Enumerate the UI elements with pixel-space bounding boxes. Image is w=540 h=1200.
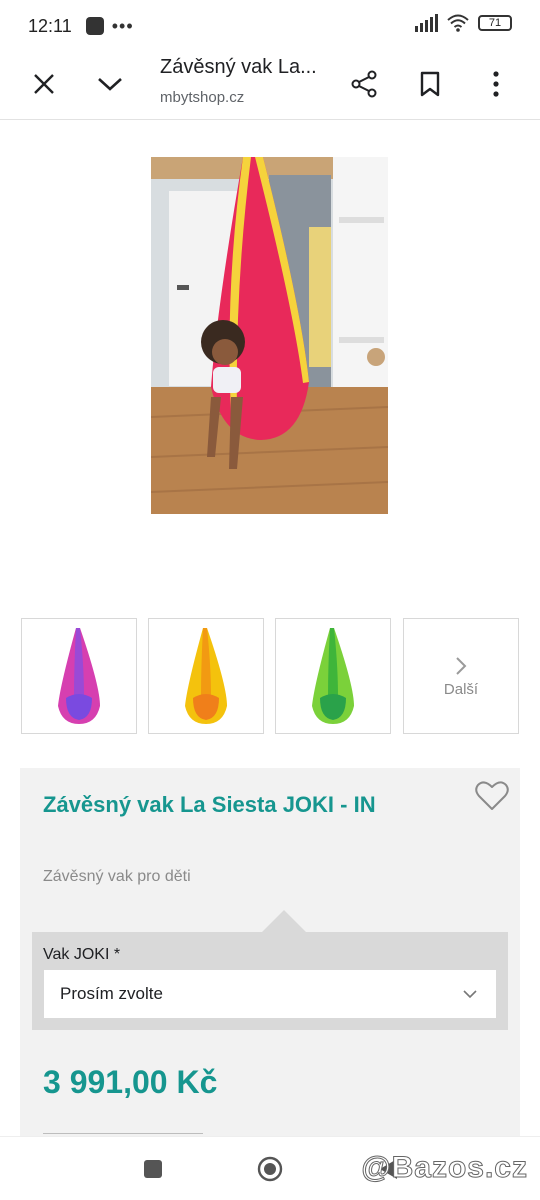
home-icon	[257, 1156, 283, 1182]
battery-indicator: 71	[478, 15, 512, 31]
page-url: mbytshop.cz	[160, 89, 245, 106]
thumbnail-next-button[interactable]: Další	[403, 618, 519, 734]
recents-button[interactable]	[135, 1151, 171, 1187]
bookmark-button[interactable]	[406, 60, 454, 108]
product-price: 3 991,00 Kč	[43, 1064, 218, 1100]
system-nav-bar: @Bazos.cz	[0, 1136, 540, 1200]
chevron-right-icon	[456, 656, 467, 675]
product-card: Závěsný vak La Siesta JOKI - IN Závěsný …	[20, 768, 520, 1148]
quantity-field-edge[interactable]	[43, 1133, 203, 1134]
watermark: @Bazos.cz	[361, 1151, 528, 1185]
recents-icon	[144, 1160, 162, 1178]
more-options-button[interactable]	[472, 60, 520, 108]
variant-dropdown[interactable]: Prosím zvolte	[44, 970, 496, 1018]
bookmark-icon	[420, 71, 440, 97]
thumbnail-pink[interactable]	[21, 618, 137, 734]
chevron-down-icon	[463, 990, 477, 999]
browser-toolbar: Závěsný vak La... mbytshop.cz	[0, 52, 540, 120]
variant-pointer	[262, 910, 306, 932]
page-title: Závěsný vak La...	[160, 56, 317, 78]
variant-selector: Vak JOKI * Prosím zvolte	[32, 910, 508, 1030]
product-subtitle: Závěsný vak pro děti	[43, 868, 191, 885]
product-photo	[151, 157, 388, 514]
variant-dropdown-value: Prosím zvolte	[60, 984, 163, 1003]
thumbnail-yellow[interactable]	[148, 618, 264, 734]
product-title: Závěsný vak La Siesta JOKI - IN	[43, 792, 376, 817]
status-time: 12:11	[28, 15, 72, 36]
thumbnail-yellow-image	[185, 628, 227, 724]
variant-label: Vak JOKI *	[43, 946, 121, 963]
close-icon	[34, 74, 54, 94]
more-notifications-icon: •••	[111, 15, 134, 36]
thumbnail-pink-image	[58, 628, 100, 724]
product-main-image[interactable]	[151, 157, 388, 514]
minimize-button[interactable]	[86, 60, 134, 108]
wifi-icon	[447, 14, 469, 32]
share-icon	[351, 70, 377, 98]
thumbnail-next-label: Další	[443, 680, 479, 698]
signal-icon	[415, 14, 438, 32]
thumbnail-green[interactable]	[275, 618, 391, 734]
status-bar: 12:11 ••• 71	[0, 0, 540, 52]
status-icons: 71	[414, 14, 512, 32]
chevron-down-icon	[98, 78, 122, 91]
favorite-button[interactable]	[474, 778, 510, 814]
heart-icon	[475, 781, 509, 810]
close-button[interactable]	[20, 60, 68, 108]
home-button[interactable]	[252, 1151, 288, 1187]
more-vert-icon	[493, 71, 499, 97]
notification-icon	[85, 17, 104, 35]
thumbnail-green-image	[312, 628, 354, 724]
share-button[interactable]	[340, 60, 388, 108]
